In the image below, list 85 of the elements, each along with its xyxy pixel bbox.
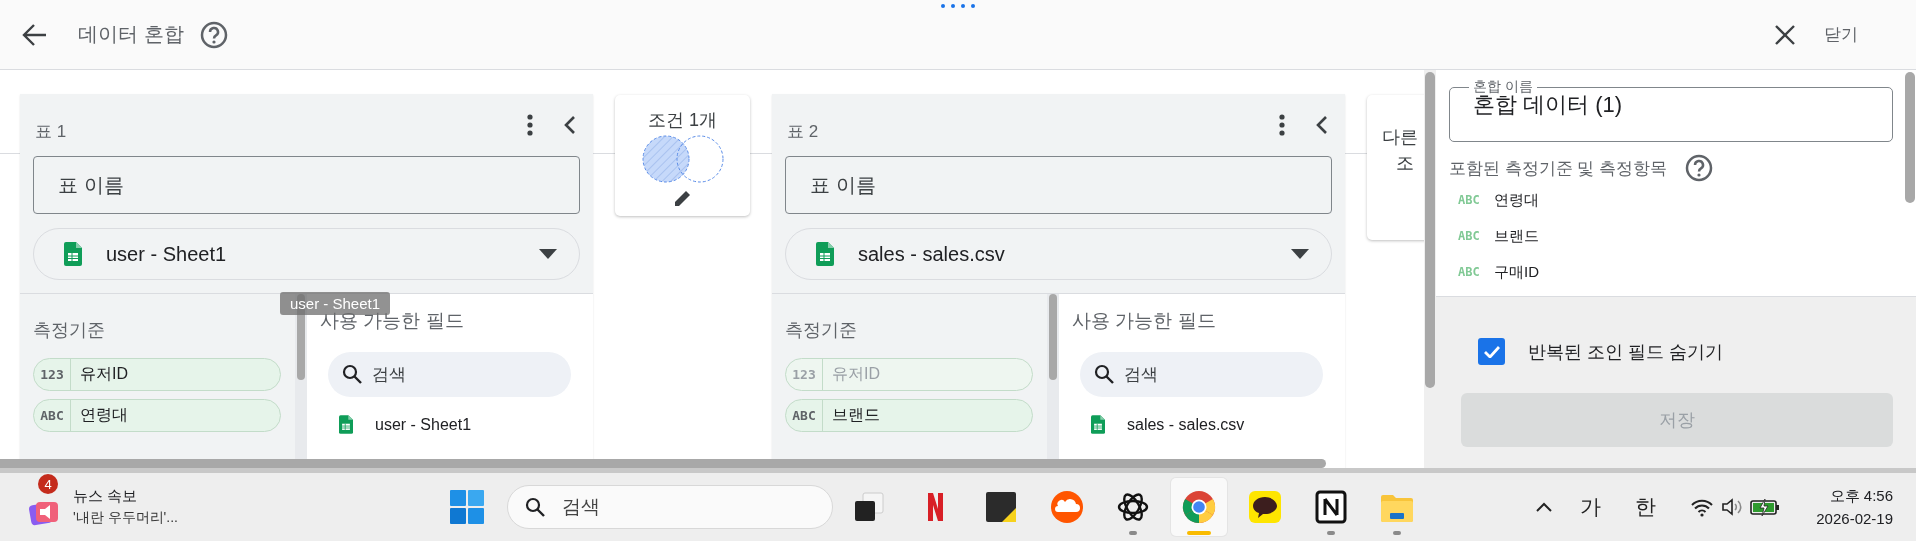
- more-options-icon[interactable]: [1279, 114, 1285, 136]
- scrollbar-thumb[interactable]: [1905, 72, 1915, 203]
- close-link[interactable]: 닫기: [1824, 23, 1858, 46]
- data-source-name: sales - sales.csv: [858, 242, 1005, 266]
- notification-badge: 4: [38, 474, 58, 494]
- field-name: 구매ID: [1494, 262, 1539, 282]
- field-source-item[interactable]: sales - sales.csv: [1127, 415, 1245, 434]
- join-condition-card[interactable]: 조건 1개: [615, 95, 750, 216]
- scrollbar-thumb[interactable]: [0, 459, 1326, 468]
- news-title[interactable]: 뉴스 속보: [73, 487, 178, 506]
- battery-icon[interactable]: [1750, 497, 1781, 517]
- scrollbar-thumb[interactable]: [1425, 72, 1435, 388]
- page-title: 데이터 혼합: [78, 22, 184, 47]
- field-source-item[interactable]: user - Sheet1: [375, 415, 472, 434]
- input-mode-indicator[interactable]: 한: [1635, 493, 1657, 521]
- blend-name-field[interactable]: 혼합 이름 혼합 데이터 (1): [1449, 78, 1893, 142]
- join-condition-label: 조건 1개: [648, 109, 717, 132]
- field-type-label: 123: [34, 359, 71, 390]
- chat-bubble-icon: [1246, 489, 1283, 525]
- dimension-chip[interactable]: 123 유저ID: [33, 358, 281, 391]
- windows-start-icon[interactable]: [448, 489, 485, 525]
- cloud-app-icon: [1048, 489, 1085, 525]
- search-field[interactable]: 검색: [1080, 352, 1323, 397]
- collapse-chevron-icon[interactable]: [1315, 115, 1329, 135]
- field-label: 혼합 이름: [1472, 78, 1534, 95]
- field-name: 유저ID: [831, 364, 880, 384]
- field-type-label: 123: [786, 359, 823, 390]
- field-type-label: ABC: [1458, 193, 1481, 207]
- spreadsheet-icon: [1091, 415, 1105, 434]
- table-name-field[interactable]: 표 이름: [785, 156, 1332, 214]
- search-icon: [1094, 364, 1114, 384]
- field-name: 연령대: [1494, 190, 1539, 210]
- field-name: 연령대: [79, 405, 128, 425]
- help-icon[interactable]: [199, 20, 228, 49]
- field-name: 유저ID: [79, 364, 128, 384]
- field-type-label: ABC: [34, 400, 71, 431]
- table-label: 표 1: [35, 120, 67, 143]
- checkbox[interactable]: [1478, 338, 1505, 365]
- data-source-name: user - Sheet1: [106, 242, 227, 266]
- spreadsheet-icon: [64, 242, 82, 266]
- tooltip: user - Sheet1: [280, 292, 391, 315]
- more-options-icon[interactable]: [527, 114, 533, 136]
- section-title: 사용 가능한 필드: [1072, 309, 1217, 333]
- field-type-label: ABC: [786, 400, 823, 431]
- spreadsheet-icon: [339, 415, 353, 434]
- section-title: 포함된 측정기준 및 측정항목: [1449, 157, 1668, 180]
- card-text: 조: [1396, 152, 1415, 175]
- field-type-label: ABC: [1458, 229, 1481, 243]
- search-icon: [342, 364, 362, 384]
- clock-time[interactable]: 오후 4:56: [1829, 487, 1893, 506]
- dropdown-caret-icon[interactable]: [539, 249, 557, 259]
- table-label: 표 2: [787, 120, 819, 143]
- help-icon[interactable]: [1685, 154, 1714, 182]
- search-field[interactable]: 검색: [328, 352, 571, 397]
- taskbar-search-field[interactable]: 검색: [506, 485, 833, 529]
- spreadsheet-icon: [816, 242, 834, 266]
- input-mode-indicator[interactable]: 가: [1580, 493, 1602, 521]
- card-text: 다른: [1382, 126, 1419, 149]
- drag-handle-icon[interactable]: [940, 3, 976, 9]
- scrollbar-thumb[interactable]: [1049, 294, 1057, 380]
- checkmark-icon: [1483, 345, 1500, 358]
- venn-diagram-icon: [640, 134, 725, 184]
- section-title: 측정기준: [785, 319, 858, 342]
- browser-icon: [1180, 489, 1217, 525]
- data-source-dropdown[interactable]: sales - sales.csv: [785, 228, 1332, 280]
- field-name: 브랜드: [1494, 226, 1539, 246]
- close-icon[interactable]: [1774, 23, 1796, 46]
- field-name: 브랜드: [831, 405, 880, 425]
- dimension-chip[interactable]: ABC 연령대: [33, 399, 281, 432]
- news-headline[interactable]: '내란 우두머리'...: [73, 509, 178, 527]
- dimension-chip[interactable]: ABC 브랜드: [785, 399, 1033, 432]
- name-input[interactable]: 혼합 데이터 (1): [1473, 92, 1873, 118]
- dropdown-caret-icon[interactable]: [1291, 249, 1309, 259]
- field-type-label: ABC: [1458, 265, 1481, 279]
- section-title: 측정기준: [33, 319, 106, 342]
- chevron-up-icon[interactable]: [1536, 502, 1553, 512]
- collapse-chevron-icon[interactable]: [563, 115, 577, 135]
- table-name-field[interactable]: 표 이름: [33, 156, 580, 214]
- checkbox-label: 반복된 조인 필드 숨기기: [1528, 340, 1723, 364]
- data-source-dropdown[interactable]: user - Sheet1: [33, 228, 580, 280]
- wifi-icon[interactable]: [1690, 497, 1715, 517]
- search-icon: [524, 497, 545, 517]
- clock-date[interactable]: 2026-02-19: [1816, 510, 1893, 527]
- back-arrow-icon[interactable]: [22, 21, 48, 48]
- edit-pencil-icon[interactable]: [672, 188, 693, 208]
